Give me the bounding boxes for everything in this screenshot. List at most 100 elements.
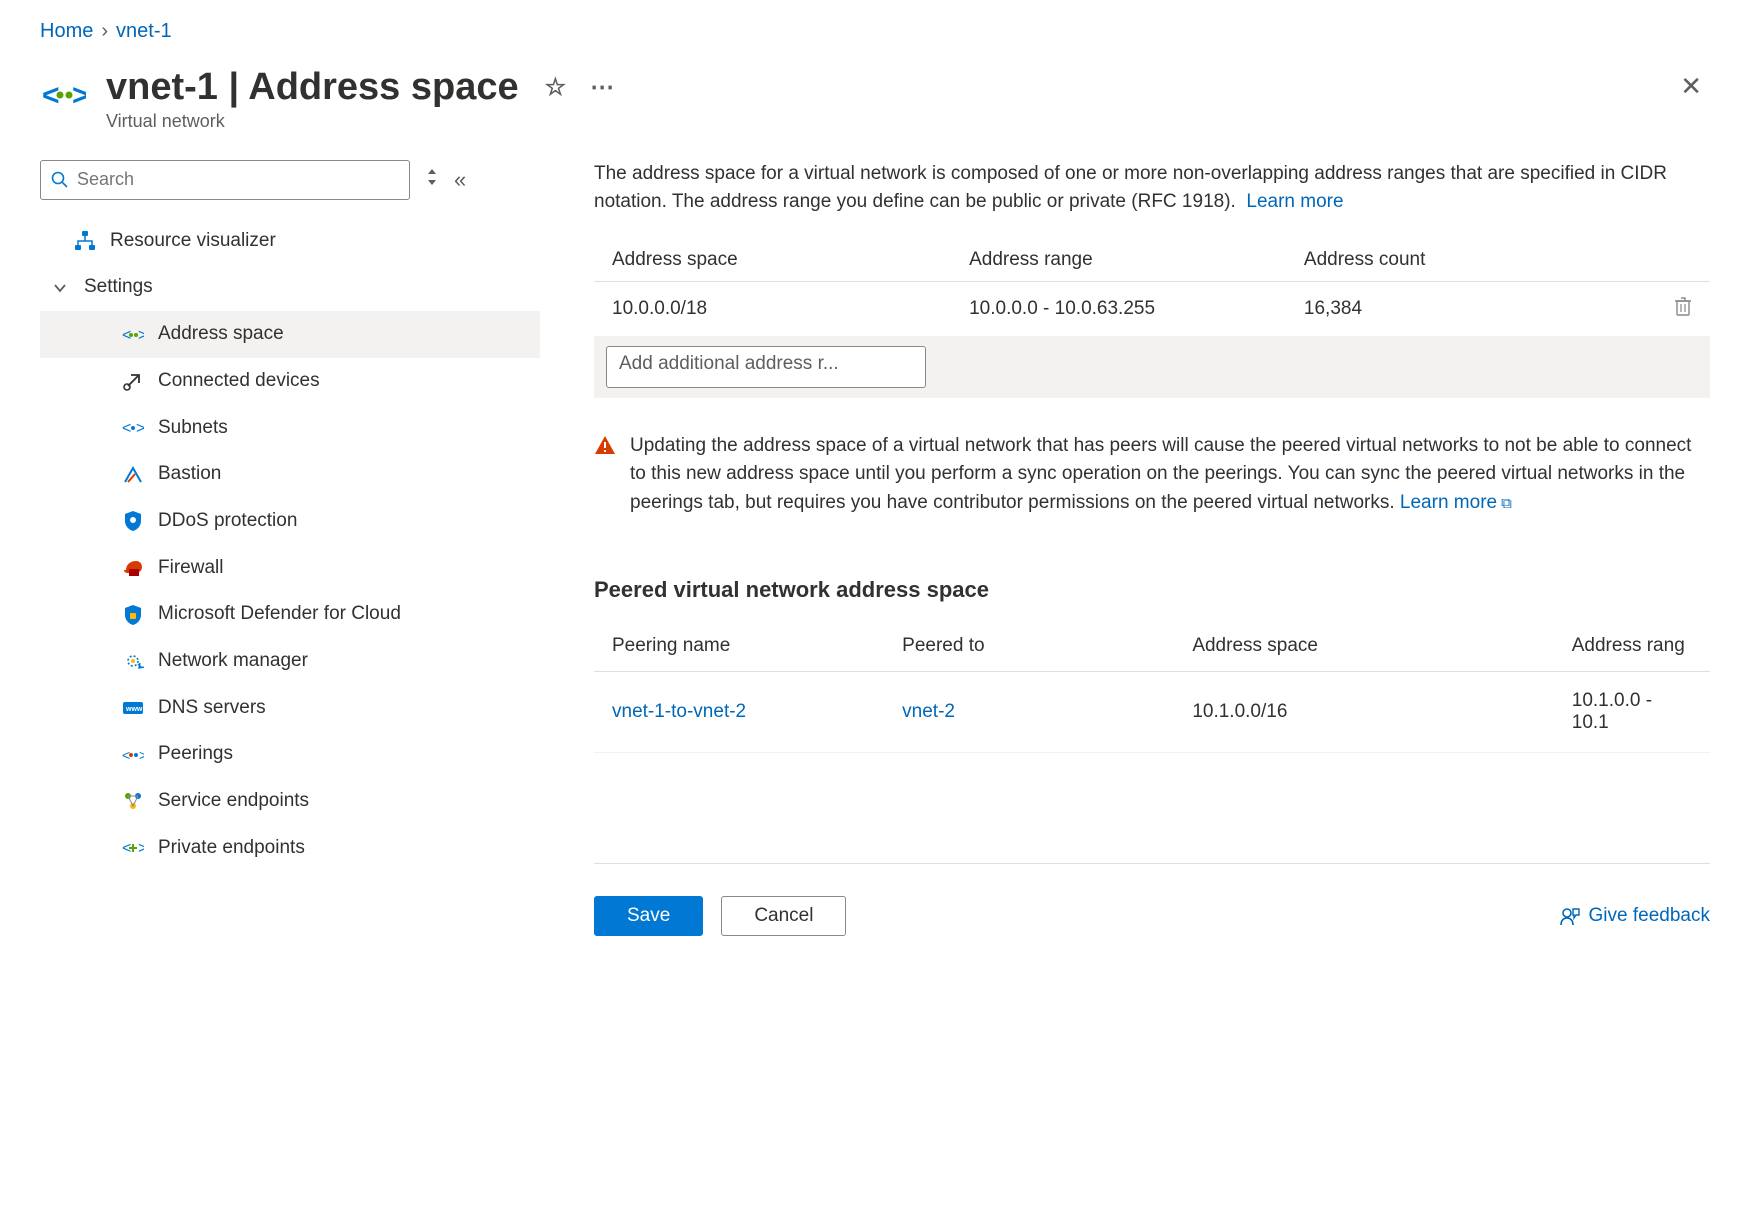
- footer-bar: Save Cancel Give feedback: [594, 863, 1710, 936]
- sidebar-item-address-space[interactable]: <> Address space: [40, 311, 540, 358]
- warning-text: Updating the address space of a virtual …: [630, 435, 1691, 513]
- cell-peer-range: 10.1.0.0 - 10.1: [1554, 672, 1710, 753]
- sidebar-item-label: DDoS protection: [158, 509, 530, 534]
- sidebar-item-label: DNS servers: [158, 696, 530, 721]
- svg-text:>: >: [139, 747, 144, 763]
- sidebar-item-firewall[interactable]: Firewall: [40, 545, 540, 592]
- cell-address-range: 10.0.0.0 - 10.0.63.255: [951, 281, 1286, 336]
- col-peer-address-space: Address space: [1174, 621, 1553, 672]
- sidebar-item-label: Microsoft Defender for Cloud: [158, 602, 530, 627]
- svg-text:www: www: [125, 706, 143, 713]
- sidebar-item-connected-devices[interactable]: Connected devices: [40, 358, 540, 405]
- svg-text:>: >: [72, 79, 86, 112]
- chevron-right-icon: ›: [101, 20, 108, 43]
- address-space-icon: <>: [122, 324, 144, 346]
- col-address-space: Address space: [594, 239, 951, 282]
- give-feedback-link[interactable]: Give feedback: [1559, 905, 1710, 927]
- sidebar-item-label: Resource visualizer: [110, 229, 530, 254]
- sidebar-group-label: Settings: [84, 275, 530, 300]
- main-content: The address space for a virtual network …: [540, 160, 1710, 937]
- network-manager-icon: [122, 650, 144, 672]
- peered-section-title: Peered virtual network address space: [594, 577, 1710, 603]
- col-address-range: Address range: [951, 239, 1286, 282]
- svg-text:<: <: [122, 420, 131, 436]
- more-icon[interactable]: ⋯: [590, 76, 614, 100]
- page-title: vnet-1 | Address space ☆ ⋯: [106, 67, 614, 109]
- defender-icon: [122, 604, 144, 626]
- cell-address-space: 10.0.0.0/18: [594, 281, 951, 336]
- sort-icon[interactable]: [424, 167, 440, 192]
- peerings-icon: <>: [122, 744, 144, 766]
- visualizer-icon: [74, 230, 96, 252]
- sidebar-item-label: Connected devices: [158, 369, 530, 394]
- sidebar-item-service-endpoints[interactable]: Service endpoints: [40, 778, 540, 825]
- feedback-icon: [1559, 905, 1581, 927]
- delete-row-button[interactable]: [1621, 281, 1710, 336]
- breadcrumb-resource[interactable]: vnet-1: [116, 20, 172, 43]
- sidebar-group-settings[interactable]: Settings: [40, 264, 540, 311]
- sidebar-item-label: Service endpoints: [158, 789, 530, 814]
- search-icon: [51, 171, 69, 189]
- sidebar-item-network-manager[interactable]: Network manager: [40, 638, 540, 685]
- vnet-icon: < >: [40, 71, 88, 119]
- cell-peer-space: 10.1.0.0/16: [1174, 672, 1553, 753]
- intro-text: The address space for a virtual network …: [594, 160, 1694, 217]
- warning-learn-more-link[interactable]: Learn more⧉: [1400, 492, 1512, 513]
- col-peered-to: Peered to: [884, 621, 1174, 672]
- peered-to-link[interactable]: vnet-2: [902, 701, 955, 722]
- search-input[interactable]: [77, 169, 399, 190]
- sidebar-item-peerings[interactable]: <> Peerings: [40, 731, 540, 778]
- subnets-icon: <>: [122, 417, 144, 439]
- sidebar-item-label: Subnets: [158, 416, 530, 441]
- close-button[interactable]: ✕: [1672, 67, 1710, 106]
- sidebar-item-subnets[interactable]: <> Subnets: [40, 405, 540, 452]
- page-subtitle: Virtual network: [106, 111, 614, 132]
- learn-more-link[interactable]: Learn more: [1246, 191, 1343, 212]
- page-header: < > vnet-1 | Address space ☆ ⋯ Virtual n…: [40, 67, 1710, 132]
- svg-text:<: <: [122, 747, 130, 763]
- external-link-icon: ⧉: [1501, 495, 1512, 512]
- sidebar: « Resource visualizer Settings <> Addres…: [40, 160, 540, 937]
- address-space-table: Address space Address range Address coun…: [594, 239, 1710, 398]
- add-address-row: Add additional address r...: [594, 336, 1710, 398]
- add-address-input[interactable]: Add additional address r...: [606, 346, 926, 388]
- save-button[interactable]: Save: [594, 896, 703, 936]
- sidebar-item-resource-visualizer[interactable]: Resource visualizer: [40, 218, 540, 265]
- svg-text:>: >: [138, 327, 144, 343]
- table-row: 10.0.0.0/18 10.0.0.0 - 10.0.63.255 16,38…: [594, 281, 1710, 336]
- bastion-icon: [122, 464, 144, 486]
- ddos-icon: [122, 510, 144, 532]
- peering-name-link[interactable]: vnet-1-to-vnet-2: [612, 701, 746, 722]
- sidebar-item-dns-servers[interactable]: www DNS servers: [40, 685, 540, 732]
- sidebar-item-defender-for-cloud[interactable]: Microsoft Defender for Cloud: [40, 591, 540, 638]
- sidebar-item-label: Network manager: [158, 649, 530, 674]
- svg-text:>: >: [138, 840, 144, 856]
- peered-table: Peering name Peered to Address space Add…: [594, 621, 1710, 753]
- warning-banner: Updating the address space of a virtual …: [594, 432, 1710, 518]
- sidebar-nav: Resource visualizer Settings <> Address …: [40, 218, 540, 872]
- breadcrumb-home[interactable]: Home: [40, 20, 93, 43]
- sidebar-item-label: Bastion: [158, 462, 530, 487]
- col-peering-name: Peering name: [594, 621, 884, 672]
- connected-devices-icon: [122, 370, 144, 392]
- col-address-count: Address count: [1286, 239, 1621, 282]
- sidebar-item-label: Firewall: [158, 556, 530, 581]
- private-endpoints-icon: <>: [122, 837, 144, 859]
- sidebar-item-private-endpoints[interactable]: <> Private endpoints: [40, 825, 540, 872]
- cell-address-count: 16,384: [1286, 281, 1621, 336]
- sidebar-item-label: Address space: [158, 322, 530, 347]
- sidebar-item-label: Peerings: [158, 742, 530, 767]
- svg-text:>: >: [136, 420, 144, 436]
- sidebar-item-label: Private endpoints: [158, 836, 530, 861]
- pin-icon[interactable]: ☆: [545, 76, 567, 100]
- collapse-sidebar-icon[interactable]: «: [454, 167, 466, 193]
- cancel-button[interactable]: Cancel: [721, 896, 846, 936]
- sidebar-item-bastion[interactable]: Bastion: [40, 451, 540, 498]
- service-endpoints-icon: [122, 790, 144, 812]
- sidebar-item-ddos-protection[interactable]: DDoS protection: [40, 498, 540, 545]
- warning-icon: [594, 434, 616, 518]
- col-peer-address-range: Address rang: [1554, 621, 1710, 672]
- firewall-icon: [122, 557, 144, 579]
- breadcrumb: Home › vnet-1: [40, 20, 1710, 43]
- chevron-down-icon: [50, 281, 70, 295]
